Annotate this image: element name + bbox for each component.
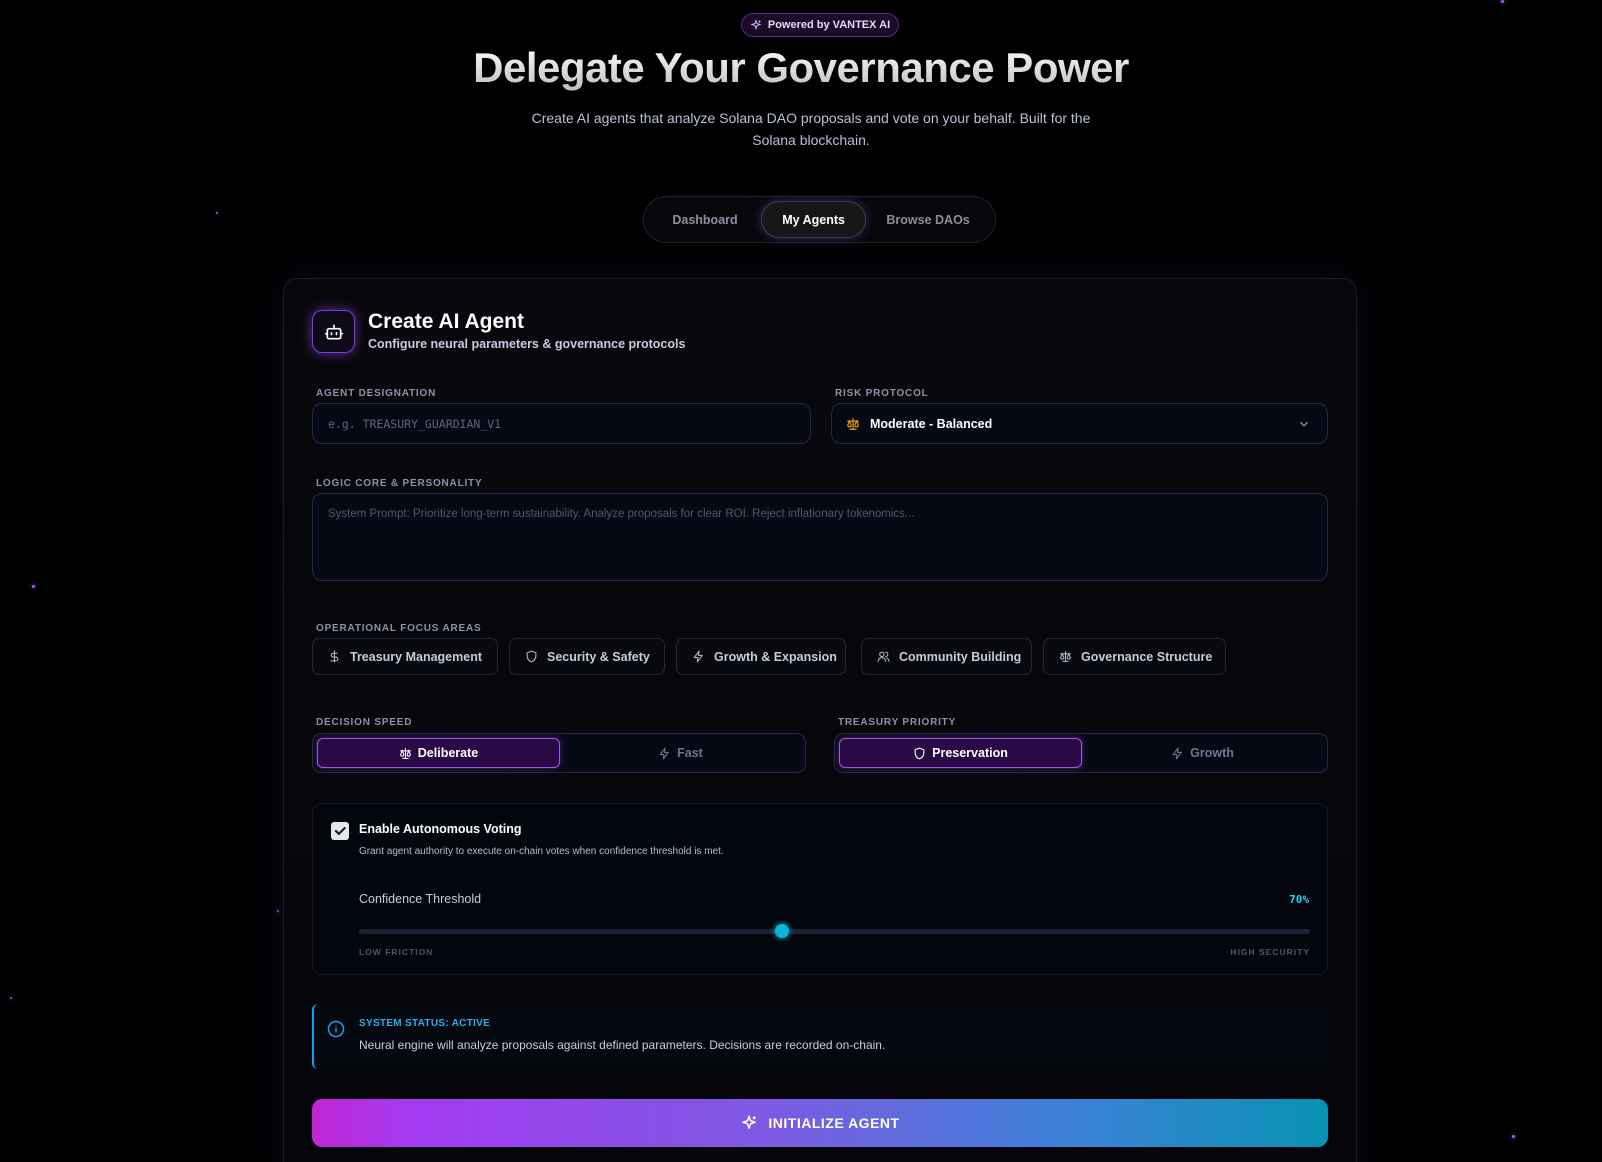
star-decoration — [10, 997, 12, 999]
users-icon — [877, 651, 890, 662]
chip-label: Governance Structure — [1081, 649, 1213, 664]
scale-icon — [1060, 651, 1071, 662]
lightning-icon — [1172, 747, 1182, 759]
option-label: Deliberate — [417, 746, 479, 760]
focus-label: OPERATIONAL FOCUS AREAS — [316, 623, 482, 634]
lightning-icon — [693, 650, 703, 663]
page-subtitle: Create AI agents that analyze Solana DAO… — [511, 107, 1111, 151]
confidence-threshold-value: 70% — [1289, 893, 1309, 906]
focus-chip-governance[interactable]: Governance Structure — [1043, 638, 1226, 675]
tab-browse-daos[interactable]: Browse DAOs — [866, 201, 990, 238]
decision-speed-deliberate[interactable]: Deliberate — [317, 738, 560, 768]
shield-icon — [914, 747, 925, 759]
confidence-slider-track[interactable] — [359, 929, 1310, 934]
star-decoration — [32, 585, 35, 588]
autonomous-voting-description: Grant agent authority to execute on-chai… — [359, 846, 724, 857]
designation-placeholder: e.g. TREASURY_GUARDIAN_V1 — [328, 416, 502, 431]
system-status-title: SYSTEM STATUS: ACTIVE — [359, 1018, 491, 1029]
shield-icon — [526, 650, 537, 663]
scale-icon — [847, 417, 859, 430]
page-subtitle-line2: Solana blockchain. — [752, 132, 870, 148]
designation-label: AGENT DESIGNATION — [316, 388, 437, 399]
initialize-agent-button[interactable]: INITIALIZE AGENT — [312, 1099, 1328, 1147]
star-decoration — [1501, 0, 1504, 3]
decision-speed-label: DECISION SPEED — [316, 717, 413, 728]
chip-label: Security & Safety — [547, 649, 650, 664]
page-title: Delegate Your Governance Power — [0, 44, 1602, 92]
tab-my-agents[interactable]: My Agents — [761, 201, 867, 238]
autonomous-voting-title: Enable Autonomous Voting — [359, 822, 522, 836]
info-icon — [327, 1020, 345, 1038]
focus-chip-security[interactable]: Security & Safety — [509, 638, 665, 675]
panel-title: Create AI Agent — [368, 310, 524, 333]
powered-by-badge: Powered by VANTEX AI — [741, 13, 899, 37]
focus-chip-treasury[interactable]: Treasury Management — [312, 638, 498, 675]
system-status-banner — [312, 1004, 1328, 1069]
star-decoration — [1512, 1135, 1515, 1138]
dollar-icon — [330, 650, 339, 663]
logic-textarea[interactable]: System Prompt: Prioritize long-term sust… — [312, 493, 1328, 581]
option-label: Preservation — [932, 746, 1008, 760]
chip-label: Treasury Management — [350, 649, 482, 664]
autonomous-voting-checkbox[interactable] — [331, 822, 349, 840]
initialize-agent-label: INITIALIZE AGENT — [768, 1115, 900, 1131]
low-friction-label: LOW FRICTION — [359, 947, 434, 957]
sparkle-icon — [742, 1115, 757, 1129]
confidence-threshold-label: Confidence Threshold — [359, 892, 482, 906]
page-subtitle-line1: Create AI agents that analyze Solana DAO… — [531, 110, 1091, 126]
focus-chip-growth[interactable]: Growth & Expansion — [676, 638, 846, 675]
tab-dashboard[interactable]: Dashboard — [649, 201, 761, 238]
treasury-priority-toggle: Preservation Growth — [834, 733, 1328, 773]
option-label: Fast — [677, 746, 703, 760]
risk-label: RISK PROTOCOL — [835, 388, 929, 399]
decision-speed-fast[interactable]: Fast — [560, 738, 801, 768]
star-decoration — [216, 212, 218, 214]
focus-chip-community[interactable]: Community Building — [861, 638, 1032, 675]
chevron-down-icon — [1300, 421, 1308, 427]
chip-label: Growth & Expansion — [714, 649, 837, 664]
treasury-priority-label: TREASURY PRIORITY — [838, 717, 957, 728]
check-icon — [334, 827, 346, 835]
decision-speed-toggle: Deliberate Fast — [312, 733, 806, 773]
chip-label: Community Building — [899, 649, 1022, 664]
robot-icon — [312, 310, 355, 353]
treasury-priority-growth[interactable]: Growth — [1082, 738, 1323, 768]
risk-value: Moderate - Balanced — [870, 416, 993, 431]
star-decoration — [277, 910, 279, 912]
option-label: Growth — [1190, 746, 1234, 760]
scale-icon — [399, 747, 411, 759]
panel-subtitle: Configure neural parameters & governance… — [368, 337, 686, 351]
risk-select[interactable]: Moderate - Balanced — [831, 403, 1328, 444]
lightning-icon — [659, 747, 669, 759]
logic-placeholder: System Prompt: Prioritize long-term sust… — [328, 508, 915, 520]
designation-input[interactable]: e.g. TREASURY_GUARDIAN_V1 — [312, 403, 811, 444]
high-security-label: HIGH SECURITY — [1230, 947, 1310, 957]
badge-text: Powered by VANTEX AI — [767, 19, 891, 31]
sparkle-icon — [750, 19, 762, 31]
main-tabs: Dashboard My Agents Browse DAOs — [643, 196, 996, 243]
logic-label: LOGIC CORE & PERSONALITY — [316, 478, 483, 489]
system-status-text: Neural engine will analyze proposals aga… — [359, 1038, 886, 1052]
treasury-priority-preservation[interactable]: Preservation — [839, 738, 1082, 768]
